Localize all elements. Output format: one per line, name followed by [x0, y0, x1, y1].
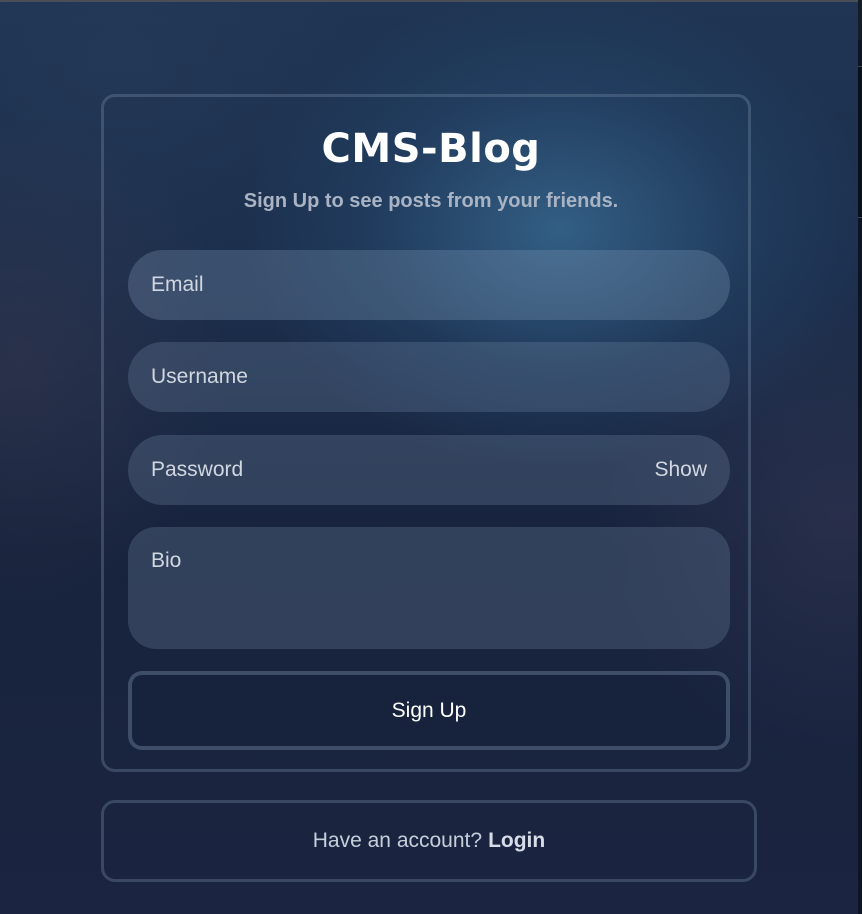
bio-placeholder: Bio — [151, 549, 182, 572]
email-placeholder: Email — [151, 273, 204, 296]
scrollbar-segment — [858, 0, 862, 40]
window-top-border — [0, 0, 862, 2]
password-field[interactable]: Password Show — [128, 435, 730, 505]
login-prompt-text: Have an account? — [312, 829, 483, 852]
login-link[interactable]: Login — [488, 829, 545, 853]
login-prompt-box: Have an account? Login — [101, 800, 757, 882]
signup-subtitle: Sign Up to see posts from your friends. — [243, 190, 619, 212]
username-placeholder: Username — [151, 365, 248, 388]
brand-title: CMS-Blog — [321, 126, 541, 172]
show-password-toggle[interactable]: Show — [654, 458, 707, 482]
bio-textarea[interactable]: Bio — [128, 527, 730, 649]
email-field[interactable]: Email — [128, 250, 730, 320]
sign-up-button[interactable]: Sign Up — [128, 671, 730, 750]
username-field[interactable]: Username — [128, 342, 730, 412]
password-placeholder: Password — [151, 458, 244, 481]
